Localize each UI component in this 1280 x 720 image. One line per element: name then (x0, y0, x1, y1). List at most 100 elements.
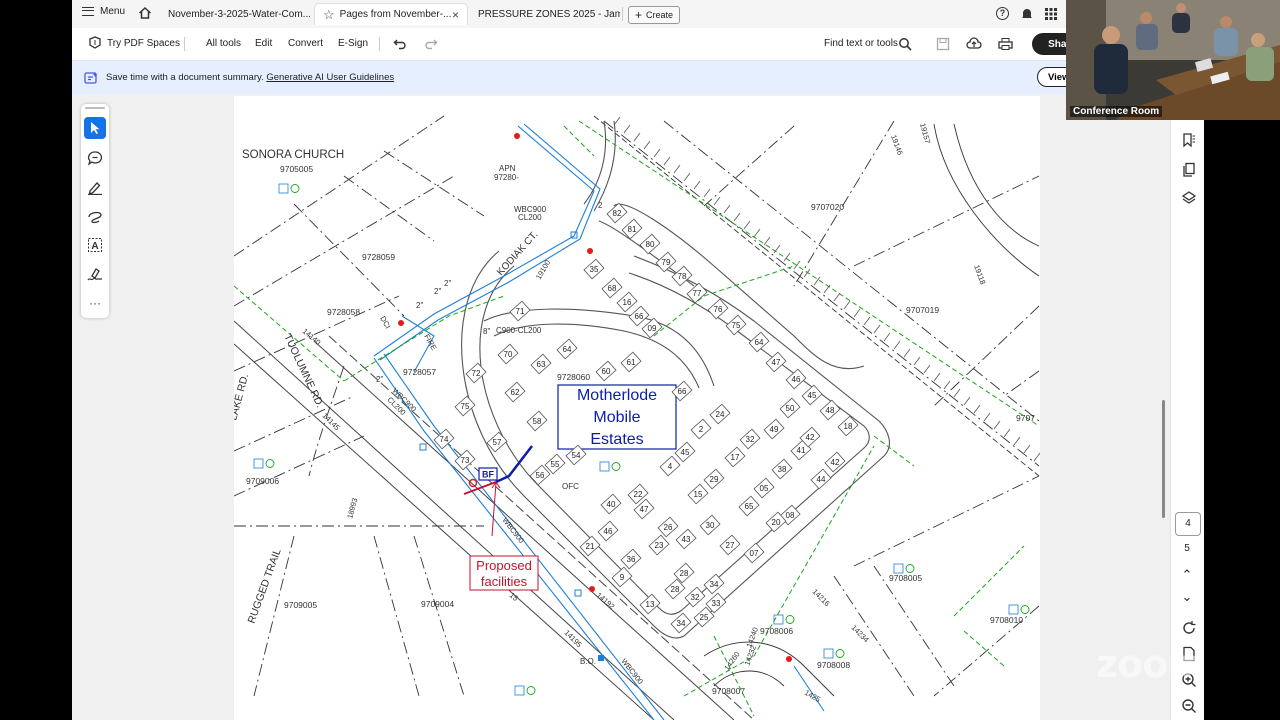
zoom-out-icon[interactable] (1181, 698, 1197, 714)
lot-number: 80 (646, 240, 655, 249)
lot-number: 28 (671, 585, 680, 594)
street-address-number: 19100 (534, 258, 552, 281)
proposed-callout: Proposed facilities (469, 555, 539, 591)
tab-november-water[interactable]: November-3-2025-Water-Com... (160, 3, 310, 25)
all-tools-button[interactable]: All tools (206, 38, 241, 49)
cursor-icon (91, 122, 100, 134)
lot-number: 82 (613, 209, 622, 218)
page-up-icon[interactable]: ⌃ (1175, 564, 1199, 586)
rugged-trail-label: RUGGED TRAIL (246, 547, 284, 625)
valve-marker (574, 589, 582, 597)
railroad-tie (993, 420, 1001, 430)
conference-room-scene (1066, 0, 1280, 120)
lot-number: 43 (682, 535, 691, 544)
hydrant-marker (398, 320, 404, 326)
lot-number: 32 (691, 593, 700, 602)
railroad-tie (733, 212, 741, 222)
apps-grid-icon[interactable] (1044, 7, 1058, 21)
print-icon[interactable] (998, 37, 1013, 51)
lot-number: 61 (627, 358, 636, 367)
quick-tools-panel: A ··· (81, 104, 109, 318)
lot-number: 20 (772, 518, 781, 527)
sign-tool[interactable] (84, 263, 106, 285)
page-number-current[interactable]: 4 (1175, 512, 1201, 536)
create-button[interactable]: + Create (628, 6, 681, 24)
draw-tool[interactable] (84, 205, 106, 227)
tab-pages-from-november[interactable]: ☆ Pages from November-... × (314, 3, 468, 25)
lot-number: 22 (634, 490, 643, 499)
upload-cloud-icon[interactable] (966, 37, 982, 51)
lot-number: 32 (746, 435, 755, 444)
parcel-number: 9708008 (817, 660, 850, 670)
page-scrollbar[interactable] (1162, 400, 1165, 518)
edit-button[interactable]: Edit (255, 38, 272, 49)
more-tools-icon[interactable]: ··· (84, 292, 106, 314)
lot-number: 75 (732, 321, 741, 330)
railroad-tie (613, 116, 621, 126)
redo-icon[interactable] (424, 37, 438, 51)
banner-message: Save time with a document summary. Gener… (106, 72, 394, 83)
lot-number: 33 (712, 599, 721, 608)
pipe-size-label: 2" (416, 301, 423, 310)
convert-button[interactable]: Convert (288, 38, 323, 49)
railroad-tie (663, 156, 671, 166)
lot-number: 71 (516, 307, 525, 316)
try-pdf-spaces-button[interactable]: Try PDF Spaces (107, 38, 180, 49)
bell-icon[interactable] (1020, 7, 1034, 21)
tab-pressure-zones[interactable]: PRESSURE ZONES 2025 - James... (470, 3, 620, 25)
lot-number: 64 (755, 338, 764, 347)
lot-number: 07 (750, 549, 759, 558)
lot-number: 73 (461, 456, 470, 465)
home-icon[interactable] (138, 6, 152, 20)
pipe-size-label: 2" (444, 279, 451, 288)
page-number-next[interactable]: 5 (1175, 538, 1199, 560)
pipe-size-label: 2" (376, 375, 383, 384)
railroad-tie (793, 260, 801, 270)
star-icon[interactable]: ☆ (323, 7, 335, 23)
lot-number: 72 (472, 369, 481, 378)
select-tool[interactable] (84, 117, 106, 139)
lot-number: 65 (745, 502, 754, 511)
street-address-number: 18993 (345, 497, 359, 519)
genai-guidelines-link[interactable]: Generative AI User Guidelines (266, 72, 394, 83)
page-down-icon[interactable]: ⌄ (1175, 586, 1199, 608)
parcel-number: 9707019 (906, 305, 939, 315)
save-icon[interactable] (936, 37, 950, 51)
proposed-line-2: facilities (481, 574, 528, 589)
railroad-tie (713, 196, 721, 206)
callout-line-3: Estates (590, 431, 643, 448)
parcel-number: 9709004 (421, 599, 454, 609)
undo-icon[interactable] (393, 37, 407, 51)
bookmark-icon[interactable] (1181, 132, 1197, 148)
street-address-number: 19146 (889, 134, 905, 157)
railroad-tie (913, 356, 921, 366)
search-icon[interactable] (898, 37, 912, 51)
help-icon[interactable]: ? (996, 7, 1009, 20)
street-address-number: 14260 (722, 650, 741, 672)
create-label: Create (646, 10, 674, 20)
dci-label: DCI (378, 315, 392, 331)
lot-number: 66 (678, 387, 687, 396)
menu-button[interactable]: Menu (82, 6, 125, 17)
text-tool[interactable]: A (84, 234, 106, 256)
lot-number: 26 (664, 523, 673, 532)
pages-icon[interactable] (1181, 162, 1197, 178)
railroad-tie (973, 404, 981, 414)
lot-number: 15 (694, 490, 703, 499)
close-tab-icon[interactable]: × (452, 8, 459, 22)
railroad-tie (873, 324, 881, 334)
water-sewer-symbol-icon (253, 458, 275, 469)
railroad-tie (763, 236, 771, 246)
find-text-button[interactable]: Find text or tools (824, 38, 898, 49)
highlight-tool[interactable] (84, 176, 106, 198)
esign-button[interactable]: E-Sign (338, 38, 368, 49)
layers-icon[interactable] (1181, 190, 1197, 206)
lot-number: 35 (590, 265, 599, 274)
c900-label: C900-CL200 (496, 326, 542, 335)
comment-tool[interactable] (84, 147, 106, 169)
lot-number: 45 (808, 391, 817, 400)
drag-handle[interactable] (85, 107, 105, 109)
lot-number: 77 (693, 289, 702, 298)
rotate-icon[interactable] (1181, 620, 1197, 636)
lot-number: 46 (792, 375, 801, 384)
